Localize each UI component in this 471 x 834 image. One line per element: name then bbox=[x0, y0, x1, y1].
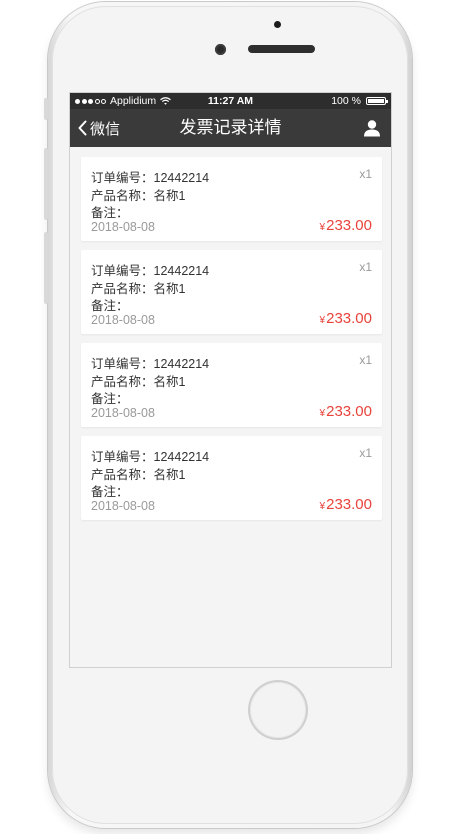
price-value: 233.00 bbox=[326, 403, 372, 420]
product-name-value: 名称1 bbox=[153, 282, 186, 296]
product-name-label: 产品名称： bbox=[91, 282, 154, 296]
order-number-value: 12442214 bbox=[153, 264, 210, 278]
order-number-label: 订单编号： bbox=[91, 357, 154, 371]
status-bar: Applidium 11:27 AM 100 % bbox=[70, 93, 391, 109]
product-name-label: 产品名称： bbox=[91, 468, 154, 482]
currency-symbol: ¥ bbox=[319, 315, 326, 326]
record-date: 2018-08-08 bbox=[91, 220, 155, 234]
invoice-record-card[interactable]: 订单编号：12442214 产品名称：名称1 备注： 2018-08-08 x1… bbox=[81, 436, 382, 520]
record-date: 2018-08-08 bbox=[91, 406, 155, 420]
order-number-row: 订单编号：12442214 bbox=[91, 353, 209, 372]
note-label: 备注： bbox=[91, 299, 129, 313]
currency-symbol: ¥ bbox=[319, 408, 326, 419]
order-number-row: 订单编号：12442214 bbox=[91, 260, 209, 279]
price: ¥233.00 bbox=[320, 310, 372, 327]
user-icon[interactable] bbox=[363, 119, 381, 137]
note-label: 备注： bbox=[91, 392, 129, 406]
order-number-row: 订单编号：12442214 bbox=[91, 446, 209, 465]
volume-down-button bbox=[44, 232, 48, 304]
product-name-label: 产品名称： bbox=[91, 375, 154, 389]
order-number-row: 订单编号：12442214 bbox=[91, 167, 209, 186]
currency-symbol: ¥ bbox=[319, 222, 326, 233]
order-number-label: 订单编号： bbox=[91, 450, 154, 464]
quantity-badge: x1 bbox=[359, 446, 372, 460]
battery-percent: 100 % bbox=[331, 95, 361, 107]
price: ¥233.00 bbox=[320, 217, 372, 234]
product-name-label: 产品名称： bbox=[91, 189, 154, 203]
order-number-label: 订单编号： bbox=[91, 171, 154, 185]
note-row: 备注： bbox=[91, 202, 129, 221]
price-value: 233.00 bbox=[326, 217, 372, 234]
quantity-badge: x1 bbox=[359, 167, 372, 181]
note-row: 备注： bbox=[91, 295, 129, 314]
battery-icon bbox=[366, 97, 388, 105]
invoice-record-list: 订单编号：12442214 产品名称：名称1 备注： 2018-08-08 x1… bbox=[81, 157, 382, 529]
front-camera bbox=[215, 44, 226, 55]
price: ¥233.00 bbox=[320, 496, 372, 513]
order-number-value: 12442214 bbox=[153, 171, 210, 185]
status-right: 100 % bbox=[331, 93, 388, 109]
volume-up-button bbox=[44, 148, 48, 220]
note-label: 备注： bbox=[91, 485, 129, 499]
product-name-value: 名称1 bbox=[153, 468, 186, 482]
nav-bar: 微信 发票记录详情 bbox=[70, 109, 391, 147]
note-row: 备注： bbox=[91, 388, 129, 407]
home-button[interactable] bbox=[250, 682, 306, 738]
note-row: 备注： bbox=[91, 481, 129, 500]
invoice-record-card[interactable]: 订单编号：12442214 产品名称：名称1 备注： 2018-08-08 x1… bbox=[81, 343, 382, 427]
earpiece-speaker bbox=[248, 45, 315, 53]
page-title: 发票记录详情 bbox=[179, 118, 282, 137]
invoice-record-card[interactable]: 订单编号：12442214 产品名称：名称1 备注： 2018-08-08 x1… bbox=[81, 157, 382, 241]
currency-symbol: ¥ bbox=[319, 501, 326, 512]
record-date: 2018-08-08 bbox=[91, 499, 155, 513]
order-number-value: 12442214 bbox=[153, 357, 210, 371]
proximity-sensor bbox=[274, 21, 281, 28]
record-date: 2018-08-08 bbox=[91, 313, 155, 327]
price-value: 233.00 bbox=[326, 496, 372, 513]
invoice-record-card[interactable]: 订单编号：12442214 产品名称：名称1 备注： 2018-08-08 x1… bbox=[81, 250, 382, 334]
quantity-badge: x1 bbox=[359, 260, 372, 274]
product-name-value: 名称1 bbox=[153, 189, 186, 203]
mute-switch bbox=[44, 98, 48, 120]
order-number-label: 订单编号： bbox=[91, 264, 154, 278]
screen: Applidium 11:27 AM 100 % 微信 发票记录详情 订单编号：… bbox=[70, 93, 391, 667]
price-value: 233.00 bbox=[326, 310, 372, 327]
product-name-value: 名称1 bbox=[153, 375, 186, 389]
quantity-badge: x1 bbox=[359, 353, 372, 367]
price: ¥233.00 bbox=[320, 403, 372, 420]
note-label: 备注： bbox=[91, 206, 129, 220]
order-number-value: 12442214 bbox=[153, 450, 210, 464]
